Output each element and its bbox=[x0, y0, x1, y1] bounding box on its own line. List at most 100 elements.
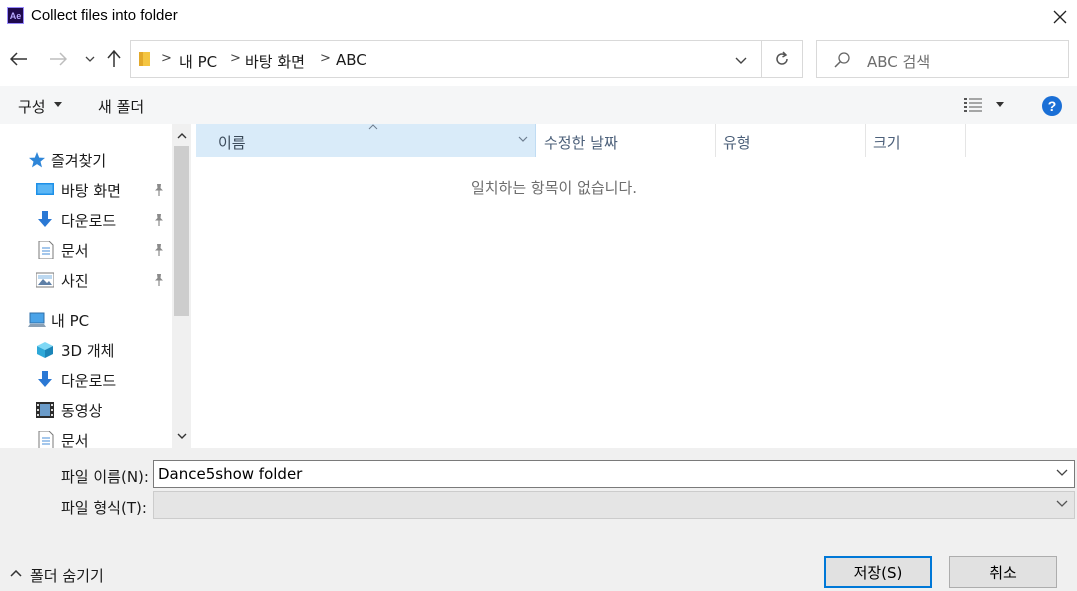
scroll-down-button[interactable] bbox=[172, 426, 191, 446]
window-title: Collect files into folder bbox=[31, 7, 178, 24]
column-header-label: 수정한 날짜 bbox=[544, 134, 618, 152]
download-icon bbox=[38, 371, 52, 387]
sidebar-item-documents[interactable]: 문서 bbox=[0, 237, 172, 263]
filename-field[interactable]: Dance5show folder bbox=[153, 460, 1075, 488]
breadcrumb-abc[interactable]: ABC bbox=[336, 51, 367, 69]
sidebar-item-pictures[interactable]: 사진 bbox=[0, 267, 172, 293]
breadcrumb-separator: > bbox=[230, 51, 241, 66]
close-button[interactable] bbox=[1045, 3, 1075, 31]
column-header-label: 이름 bbox=[218, 134, 246, 152]
chevron-down-icon[interactable] bbox=[1056, 469, 1068, 476]
sidebar-item-label: 바탕 화면 bbox=[61, 182, 121, 200]
breadcrumb-separator: > bbox=[320, 51, 331, 66]
scroll-up-button[interactable] bbox=[172, 126, 191, 146]
sidebar-item-label: 동영상 bbox=[61, 402, 103, 420]
column-header-size[interactable]: 크기 bbox=[866, 124, 966, 157]
sidebar-item-label: 문서 bbox=[61, 242, 89, 260]
search-input[interactable]: ABC 검색 bbox=[867, 51, 930, 72]
sort-ascending-icon bbox=[368, 124, 378, 130]
caret-down-icon[interactable] bbox=[996, 102, 1004, 107]
caret-down-icon bbox=[54, 102, 62, 107]
breadcrumb-separator: > bbox=[161, 51, 172, 66]
sidebar-item-videos[interactable]: 동영상 bbox=[0, 397, 172, 423]
sidebar-item-downloads[interactable]: 다운로드 bbox=[0, 207, 172, 233]
hide-folders-label: 폴더 숨기기 bbox=[30, 567, 104, 585]
close-icon bbox=[1053, 10, 1067, 24]
navigation-pane: 즐겨찾기 바탕 화면 다운로드 문서 사진 내 PC 3D 개체 다운로드 동영… bbox=[0, 124, 191, 448]
recent-locations-button[interactable] bbox=[80, 45, 100, 73]
sidebar-item-pc-downloads[interactable]: 다운로드 bbox=[0, 367, 172, 393]
pin-icon[interactable] bbox=[152, 183, 166, 197]
chevron-down-icon bbox=[735, 57, 747, 64]
column-header-label: 크기 bbox=[873, 134, 901, 152]
navigation-scrollbar[interactable] bbox=[172, 124, 191, 448]
arrow-right-icon bbox=[50, 52, 67, 66]
sidebar-item-this-pc[interactable]: 내 PC bbox=[0, 307, 172, 333]
sidebar-item-desktop[interactable]: 바탕 화면 bbox=[0, 177, 172, 203]
chevron-down-icon bbox=[177, 433, 186, 439]
cube-icon bbox=[37, 342, 53, 358]
pin-icon[interactable] bbox=[152, 213, 166, 227]
scroll-thumb[interactable] bbox=[174, 146, 189, 316]
sidebar-item-quick-access[interactable]: 즐겨찾기 bbox=[0, 147, 172, 173]
filename-label: 파일 이름(N): bbox=[61, 468, 149, 486]
filename-value: Dance5show folder bbox=[158, 465, 303, 483]
chevron-down-icon bbox=[85, 56, 95, 62]
refresh-icon bbox=[776, 51, 788, 65]
breadcrumb-this-pc[interactable]: 내 PC bbox=[179, 51, 217, 72]
breadcrumb-desktop[interactable]: 바탕 화면 bbox=[245, 51, 305, 72]
refresh-button[interactable] bbox=[762, 40, 803, 78]
document-icon bbox=[38, 241, 54, 259]
save-button[interactable]: 저장(S) bbox=[824, 556, 932, 588]
sidebar-item-pc-documents[interactable]: 문서 bbox=[0, 427, 172, 448]
organize-button[interactable]: 구성 bbox=[18, 96, 46, 117]
document-icon bbox=[38, 431, 54, 448]
filetype-label: 파일 형식(T): bbox=[61, 499, 147, 517]
up-button[interactable] bbox=[104, 45, 124, 73]
filetype-select[interactable] bbox=[153, 491, 1075, 519]
arrow-up-icon bbox=[107, 50, 121, 67]
desktop-icon bbox=[36, 183, 54, 195]
sidebar-item-label: 즐겨찾기 bbox=[51, 152, 107, 170]
search-icon bbox=[834, 52, 850, 68]
forward-button[interactable] bbox=[48, 45, 68, 73]
after-effects-app-icon: Ae bbox=[7, 7, 24, 24]
picture-icon bbox=[36, 272, 54, 288]
pin-icon[interactable] bbox=[152, 243, 166, 257]
cancel-button[interactable]: 취소 bbox=[949, 556, 1057, 588]
address-history-dropdown[interactable] bbox=[731, 51, 751, 69]
sidebar-item-3d-objects[interactable]: 3D 개체 bbox=[0, 337, 172, 363]
save-options-panel: 파일 이름(N): Dance5show folder 파일 형식(T): 폴더… bbox=[0, 448, 1077, 591]
chevron-up-icon bbox=[177, 133, 186, 139]
column-header-name[interactable]: 이름 bbox=[196, 124, 536, 157]
command-toolbar: 구성 새 폴더 bbox=[0, 86, 1077, 124]
download-icon bbox=[38, 211, 52, 227]
empty-list-message: 일치하는 항목이 없습니다. bbox=[470, 179, 638, 197]
folder-icon bbox=[139, 52, 150, 66]
column-header-date-modified[interactable]: 수정한 날짜 bbox=[537, 124, 716, 157]
search-box[interactable]: ABC 검색 bbox=[816, 40, 1069, 78]
computer-icon bbox=[28, 312, 46, 327]
address-bar[interactable]: > 내 PC > 바탕 화면 > ABC bbox=[130, 40, 762, 78]
sidebar-item-label: 사진 bbox=[61, 272, 89, 290]
sidebar-item-label: 다운로드 bbox=[61, 212, 117, 230]
help-button[interactable]: ? bbox=[1042, 96, 1062, 116]
video-icon bbox=[36, 402, 54, 418]
new-folder-button[interactable]: 새 폴더 bbox=[98, 96, 144, 117]
chevron-down-icon[interactable] bbox=[518, 136, 528, 142]
column-header-type[interactable]: 유형 bbox=[716, 124, 866, 157]
sidebar-item-label: 문서 bbox=[61, 432, 89, 448]
arrow-left-icon bbox=[10, 52, 27, 66]
sidebar-item-label: 다운로드 bbox=[61, 372, 117, 390]
star-icon bbox=[29, 152, 45, 168]
column-header-label: 유형 bbox=[723, 134, 751, 152]
sidebar-item-label: 내 PC bbox=[51, 312, 90, 330]
sidebar-item-label: 3D 개체 bbox=[61, 342, 115, 360]
chevron-down-icon bbox=[1056, 500, 1068, 507]
title-bar: Ae Collect files into folder bbox=[0, 0, 1077, 33]
file-list: 이름 수정한 날짜 유형 크기 일치하는 항목이 없습니다. bbox=[191, 124, 1077, 448]
pin-icon[interactable] bbox=[152, 273, 166, 287]
view-options-icon[interactable] bbox=[964, 97, 984, 113]
back-button[interactable] bbox=[9, 45, 29, 73]
chevron-up-icon bbox=[10, 570, 22, 577]
